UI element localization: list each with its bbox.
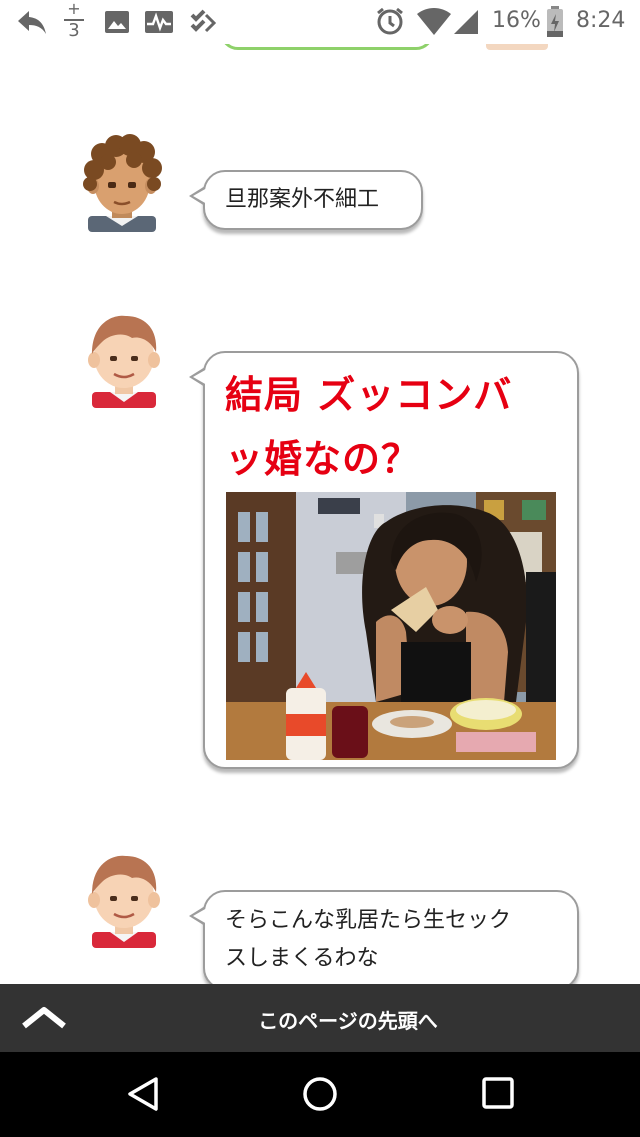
home-circle-icon[interactable] <box>302 1076 338 1112</box>
battery-icon <box>547 6 563 37</box>
back-triangle-icon[interactable] <box>126 1076 160 1112</box>
curly-hair-avatar <box>83 134 162 232</box>
message-text-3-line-2: スしまくるわな <box>225 946 379 971</box>
message-text-1: 旦那案外不細工 <box>225 187 380 212</box>
reply-icon <box>18 11 46 34</box>
image-icon <box>105 11 129 33</box>
clock: 8:24 <box>576 8 626 33</box>
back-to-top-bar[interactable]: このページの先頭へ <box>0 984 640 1052</box>
android-nav-bar <box>0 1052 640 1137</box>
headline-line-2: ッ婚なの？ <box>225 437 421 481</box>
boy-avatar <box>88 315 160 408</box>
previous-message-bubble <box>220 44 434 50</box>
fraction-bottom: 3 <box>68 20 80 41</box>
message-text-3-line-1: そらこんな乳居たら生セック <box>225 908 512 933</box>
fraction-icon: + 3 <box>64 0 84 42</box>
previous-avatar <box>486 44 548 50</box>
chat-content[interactable]: 旦那案外不細工 結局 ズッコンバ ッ婚なの？ そらこんな乳居たら生セック スしま… <box>0 44 640 984</box>
battery-percent: 16% <box>492 8 541 33</box>
boy-avatar <box>88 855 160 948</box>
fraction-top: + <box>67 0 81 18</box>
back-to-top-label[interactable]: このページの先頭へ <box>0 1005 640 1034</box>
message-bubble-2: 結局 ズッコンバ ッ婚なの？ <box>189 351 579 769</box>
alarm-icon <box>377 7 403 35</box>
woman-eating-photo[interactable] <box>226 492 556 760</box>
message-bubble-1: 旦那案外不細工 <box>189 170 423 230</box>
headline-line-1: 結局 ズッコンバ <box>225 373 513 417</box>
activity-icon <box>145 11 173 33</box>
recents-square-icon[interactable] <box>482 1076 514 1110</box>
message-bubble-3: そらこんな乳居たら生セック スしまくるわな <box>189 890 579 984</box>
wifi-icon <box>417 8 451 35</box>
checklist-icon <box>190 9 216 33</box>
signal-icon <box>454 10 478 34</box>
status-bar: + 3 16% 8:24 <box>0 0 640 44</box>
